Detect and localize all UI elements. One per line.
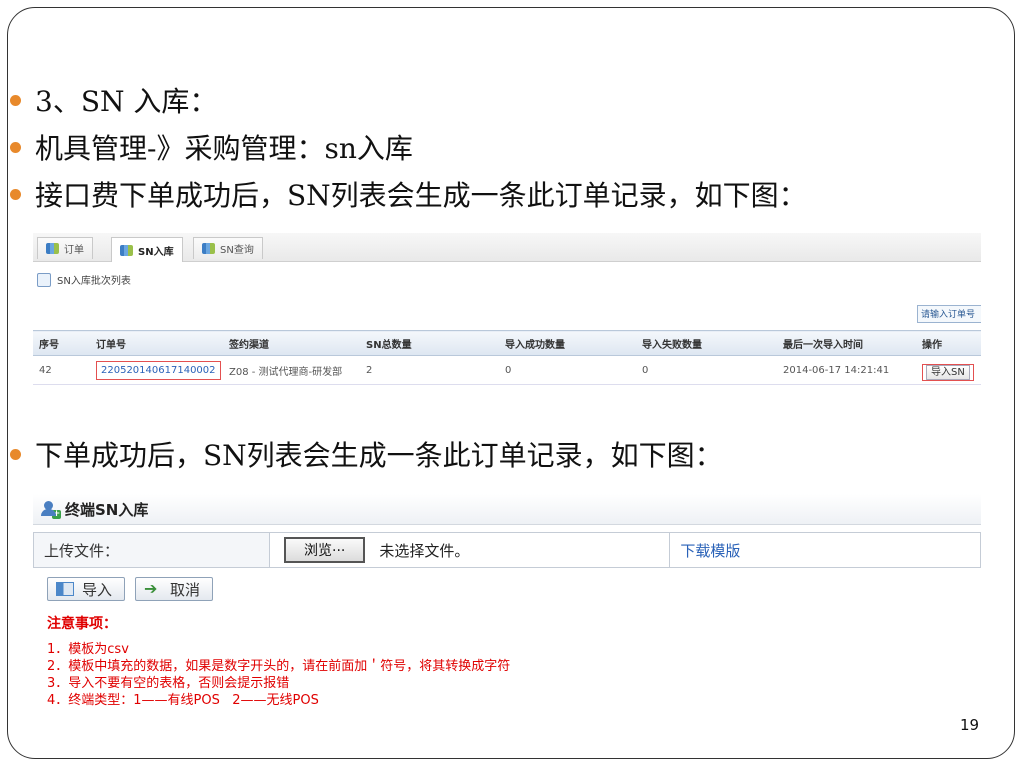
cell-order-no[interactable]: 220520140617140002: [90, 355, 223, 385]
col-header: 签约渠道: [223, 330, 360, 356]
cell-action: 导入SN: [916, 355, 981, 385]
table-row: 42 220520140617140002 Z08 - 测试代理商-研发部 2 …: [33, 355, 981, 385]
import-button[interactable]: 导入: [47, 577, 126, 601]
bullet-text: 下单成功后，SN列表会生成一条此订单记录，如下图：: [35, 439, 723, 472]
notes-block: 注意事项： 1．模板为csv 2．模板中填充的数据，如果是数字开头的，请在前面加…: [47, 616, 510, 709]
tab-sn-query[interactable]: SN查询: [193, 237, 263, 259]
bullet-4: 下单成功后，SN列表会生成一条此订单记录，如下图：: [0, 434, 723, 474]
cancel-button[interactable]: ➔ 取消: [135, 577, 214, 601]
note-item: 4．终端类型：1——有线POS 2——无线POS: [47, 693, 319, 708]
user-add-icon: +: [41, 501, 61, 519]
bullet-dot: [10, 448, 21, 460]
button-label: 取消: [170, 580, 201, 599]
table-header: 序号 订单号 签约渠道 SN总数量 导入成功数量 导入失败数量 最后一次导入时间…: [33, 330, 981, 356]
chart-icon: [46, 243, 59, 254]
tab-label: SN入库: [138, 246, 174, 258]
bullet-3: 接口费下单成功后，SN列表会生成一条此订单记录，如下图：: [0, 174, 807, 214]
bullet-text: 接口费下单成功后，SN列表会生成一条此订单记录，如下图：: [35, 179, 807, 212]
bullet-text: 机具管理-》采购管理：sn入库: [35, 132, 413, 165]
chart-icon: [120, 244, 133, 256]
col-header: 最后一次导入时间: [777, 330, 916, 356]
file-input[interactable]: 浏览··· 未选择文件。 下载模版: [270, 532, 980, 568]
no-file-text: 未选择文件。: [379, 541, 470, 560]
order-search-input[interactable]: 请输入订单号: [917, 305, 981, 323]
col-header: 导入成功数量: [499, 330, 636, 356]
col-header: 订单号: [90, 330, 223, 356]
action-buttons: 导入 ➔ 取消: [47, 577, 214, 601]
order-number-link[interactable]: 220520140617140002: [96, 360, 221, 380]
tab-label: 订单: [64, 245, 84, 256]
notes-title: 注意事项：: [47, 616, 117, 632]
col-header: 操作: [916, 330, 981, 356]
tab-bar: 订单 SN入库 SN查询: [33, 233, 981, 262]
note-item: 2．模板中填充的数据，如果是数字开头的，请在前面加＇符号，将其转换成字符: [47, 659, 511, 674]
cell-last-import: 2014-06-17 14:21:41: [777, 355, 916, 385]
bullet-2: 机具管理-》采购管理：sn入库: [0, 127, 413, 167]
page-number: 19: [960, 716, 980, 734]
divider: [669, 532, 671, 568]
panel-title: SN入库批次列表: [33, 272, 131, 287]
dialog-title: 终端SN入库: [65, 500, 149, 519]
col-header: 序号: [33, 330, 90, 356]
bullet-dot: [10, 188, 21, 200]
cell-index: 42: [33, 355, 90, 385]
note-item: 1．模板为csv: [47, 642, 129, 657]
terminal-sn-import-screenshot: + 终端SN入库 上传文件： 浏览··· 未选择文件。 下载模版 导入 ➔ 取消…: [33, 494, 981, 724]
tab-label: SN查询: [220, 245, 254, 256]
cell-failed: 0: [636, 355, 777, 385]
sn-batch-table: 序号 订单号 签约渠道 SN总数量 导入成功数量 导入失败数量 最后一次导入时间…: [33, 330, 981, 385]
note-item: 3．导入不要有空的表格，否则会提示报错: [47, 676, 290, 691]
button-label: 导入: [82, 580, 113, 599]
tab-sn-import[interactable]: SN入库: [111, 237, 183, 262]
bullet-1: 3、SN 入库：: [0, 80, 217, 120]
browse-button[interactable]: 浏览···: [284, 537, 366, 563]
cell-channel: Z08 - 测试代理商-研发部: [223, 355, 360, 385]
import-icon: [56, 582, 74, 596]
list-icon: [37, 272, 51, 287]
upload-label: 上传文件：: [34, 533, 270, 567]
bullet-text: 3、SN 入库：: [35, 85, 218, 118]
tab-order[interactable]: 订单: [37, 237, 93, 259]
bullet-dot: [10, 141, 21, 153]
dialog-header: + 终端SN入库: [33, 494, 981, 525]
cell-sn-total: 2: [360, 355, 499, 385]
sn-batch-screenshot: 订单 SN入库 SN查询 SN入库批次列表 请输入订单号 序号 订单号 签约渠道…: [33, 226, 981, 386]
col-header: SN总数量: [360, 330, 499, 356]
arrow-right-icon: ➔: [144, 579, 158, 598]
import-sn-button[interactable]: 导入SN: [926, 364, 970, 380]
col-header: 导入失败数量: [636, 330, 777, 356]
download-template-link[interactable]: 下载模版: [680, 540, 740, 561]
bullet-dot: [10, 94, 21, 106]
cell-success: 0: [499, 355, 636, 385]
chart-icon: [202, 243, 215, 254]
upload-row: 上传文件： 浏览··· 未选择文件。 下载模版: [33, 532, 981, 568]
